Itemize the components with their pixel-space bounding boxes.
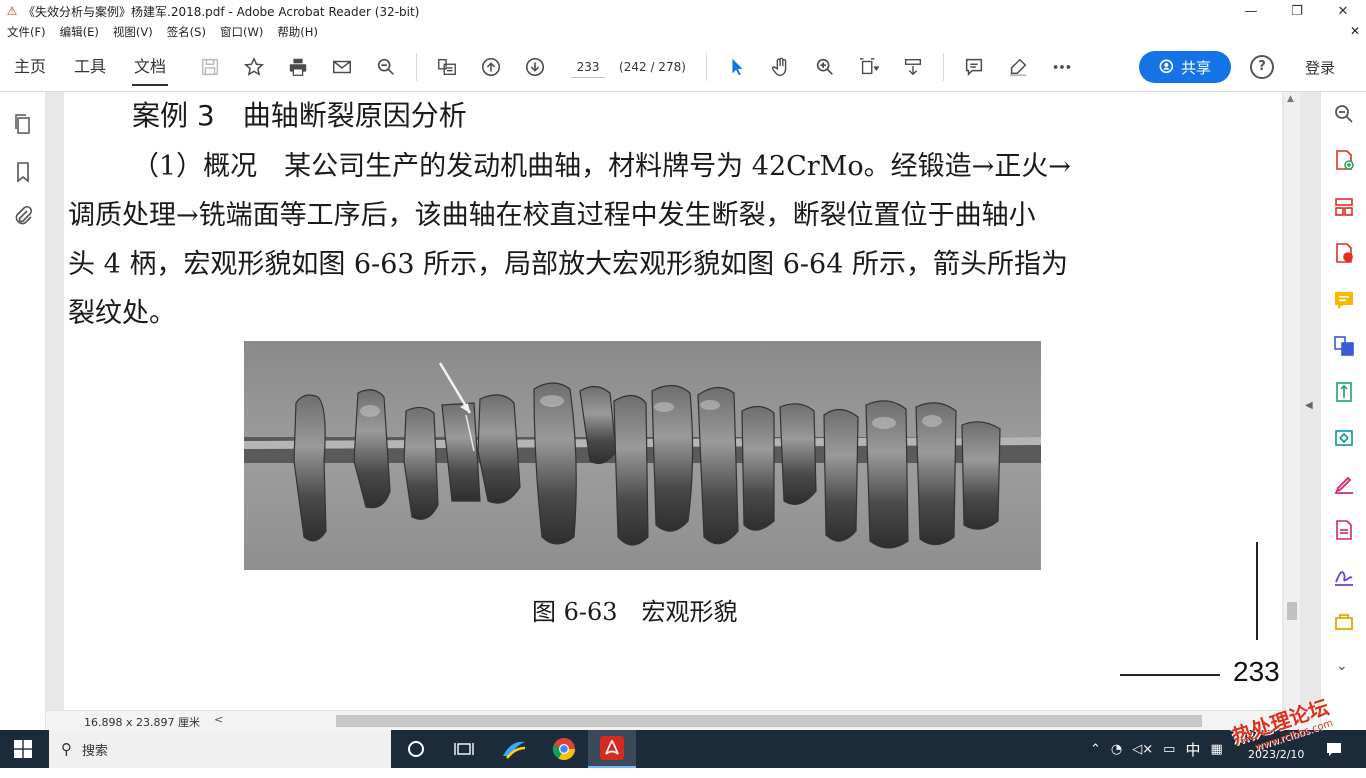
select-cursor-icon[interactable] <box>715 42 759 92</box>
page-number-rule <box>1256 542 1258 640</box>
fill-sign-icon[interactable] <box>1332 472 1356 496</box>
share-user-icon <box>1159 59 1174 74</box>
ime-indicator[interactable]: 中 <box>1185 739 1200 760</box>
attachment-icon[interactable] <box>11 204 35 228</box>
star-icon[interactable] <box>232 42 276 92</box>
page-number-input[interactable]: 233 <box>571 56 606 78</box>
acrobat-taskbar-icon[interactable] <box>588 730 636 768</box>
crankshaft-photo <box>244 341 1041 570</box>
page-thumbnails-icon[interactable] <box>425 42 469 92</box>
login-link[interactable]: 登录 <box>1305 57 1335 78</box>
close-document-icon[interactable]: ✕ <box>1350 24 1360 38</box>
tools-pane: ⌄ <box>1320 92 1366 730</box>
navigation-pane: ◀ <box>0 92 57 730</box>
create-pdf-icon[interactable] <box>1332 148 1356 172</box>
paragraph-line-3: 头 4 柄，宏观形貌如图 6-63 所示，局部放大宏观形貌如图 6-64 所示，… <box>68 249 1068 280</box>
mail-icon[interactable] <box>320 42 364 92</box>
stamp-tool-icon[interactable] <box>1332 610 1356 634</box>
chrome-icon[interactable] <box>540 730 588 768</box>
save-icon[interactable] <box>188 42 232 92</box>
tab-tools[interactable]: 工具 <box>60 42 120 92</box>
menu-window[interactable]: 窗口(W) <box>213 24 270 40</box>
menu-edit[interactable]: 编辑(E) <box>53 24 106 40</box>
horizontal-scroll-thumb[interactable] <box>336 715 1202 727</box>
tab-document[interactable]: 文档 <box>120 42 180 92</box>
taskbar-search-placeholder: 搜索 <box>82 743 109 759</box>
battery-icon[interactable]: ▭ <box>1163 742 1175 757</box>
pdf-app-taskbar-icon[interactable] <box>490 730 538 768</box>
menu-view[interactable]: 视图(V) <box>106 24 160 40</box>
tab-home[interactable]: 主页 <box>0 42 60 92</box>
bookmark-icon[interactable] <box>11 160 35 184</box>
case-heading: 案例 3 曲轴断裂原因分析 <box>132 99 467 132</box>
next-page-icon[interactable] <box>513 42 557 92</box>
toolbar-separator <box>705 52 707 81</box>
toolbar-separator <box>942 52 944 81</box>
task-view-icon[interactable] <box>440 730 488 768</box>
windows-taskbar: ⚲ 搜索 ⌃ ◔ ◁× ▭ 中 ▦ 2023/2/10 <box>0 730 1366 768</box>
more-options-icon[interactable] <box>1040 42 1084 92</box>
share-label: 共享 <box>1180 58 1211 77</box>
paragraph-line-1: （1）概况 某公司生产的发动机曲轴，材料牌号为 42CrMo。经锻造→正火→ <box>132 151 1071 182</box>
highlight-pen-icon[interactable] <box>996 42 1040 92</box>
volume-icon[interactable]: ◁× <box>1132 742 1153 757</box>
acrobat-icon: ⚠ <box>6 4 18 18</box>
search-icon[interactable] <box>364 42 408 92</box>
scrolling-mode-icon[interactable] <box>891 42 935 92</box>
edit-pdf-icon[interactable] <box>1332 426 1356 450</box>
ime-mode-icon[interactable]: ▦ <box>1210 742 1222 757</box>
menu-file[interactable]: 文件(F) <box>0 24 53 40</box>
share-button[interactable]: 共享 <box>1139 51 1231 83</box>
cortana-icon[interactable] <box>392 730 440 768</box>
search-icon: ⚲ <box>61 740 72 758</box>
toolbar-separator <box>416 52 418 81</box>
request-signature-icon[interactable] <box>1332 564 1356 588</box>
scroll-up-icon[interactable]: ▲ <box>1287 94 1294 104</box>
combine-files-icon[interactable] <box>1332 334 1356 358</box>
menu-sign[interactable]: 签名(S) <box>160 24 213 40</box>
close-button[interactable]: ✕ <box>1320 0 1366 22</box>
show-hidden-icons-icon[interactable]: ⌃ <box>1090 742 1101 757</box>
page-number: 233 <box>1233 656 1280 687</box>
paragraph-line-2: 调质处理→铣端面等工序后，该曲轴在校直过程中发生断裂，断裂位置位于曲轴小 <box>68 200 1036 231</box>
page-count: (242 / 278) <box>619 59 686 74</box>
collapse-right-pane-icon[interactable]: ◀ <box>1305 400 1313 411</box>
pdf-page: 案例 3 曲轴断裂原因分析 （1）概况 某公司生产的发动机曲轴，材料牌号为 42… <box>64 92 1282 710</box>
help-icon[interactable]: ? <box>1250 55 1274 79</box>
previous-page-icon[interactable] <box>469 42 513 92</box>
comment-icon[interactable] <box>952 42 996 92</box>
menu-bar: 文件(F) 编辑(E) 视图(V) 签名(S) 窗口(W) 帮助(H) ✕ <box>0 22 1366 42</box>
document-view[interactable]: 案例 3 曲轴断裂原因分析 （1）概况 某公司生产的发动机曲轴，材料牌号为 42… <box>46 92 1320 710</box>
maximize-button[interactable]: ❐ <box>1274 0 1320 22</box>
export-pdf-icon[interactable] <box>1332 241 1356 265</box>
status-bar: 16.898 x 23.897 厘米 < <box>46 710 1320 730</box>
print-icon[interactable] <box>276 42 320 92</box>
fit-page-icon[interactable] <box>847 42 891 92</box>
network-icon[interactable]: ◔ <box>1111 742 1122 757</box>
page-number-rule <box>1120 674 1220 676</box>
taskbar-search-box[interactable]: ⚲ 搜索 <box>49 730 391 768</box>
windows-start-icon[interactable] <box>14 740 32 758</box>
scroll-thumb[interactable] <box>1287 602 1297 620</box>
toolbar: 主页 工具 文档 233 (242 / 278) 共享 ? 登录 <box>0 42 1366 92</box>
scroll-left-icon[interactable]: < <box>214 713 223 726</box>
menu-help[interactable]: 帮助(H) <box>270 24 325 40</box>
comment-tool-icon[interactable] <box>1332 288 1356 312</box>
system-tray: ⌃ ◔ ◁× ▭ 中 ▦ <box>1090 730 1223 768</box>
vertical-scrollbar[interactable]: ▲ <box>1284 92 1300 710</box>
figure-caption: 图 6-63 宏观形貌 <box>532 598 738 626</box>
paragraph-line-4: 裂纹处。 <box>68 298 176 329</box>
page-dimensions: 16.898 x 23.897 厘米 <box>84 716 200 729</box>
zoom-in-icon[interactable] <box>803 42 847 92</box>
title-bar: ⚠ 《失效分析与案例》杨建军.2018.pdf - Adobe Acrobat … <box>0 0 1366 22</box>
compress-pdf-icon[interactable] <box>1332 380 1356 404</box>
protect-pdf-icon[interactable] <box>1332 518 1356 542</box>
pages-icon[interactable] <box>11 112 35 136</box>
organize-pages-icon[interactable] <box>1332 195 1356 219</box>
minimize-button[interactable]: — <box>1228 0 1274 22</box>
hand-tool-icon[interactable] <box>759 42 803 92</box>
window-title: 《失效分析与案例》杨建军.2018.pdf - Adobe Acrobat Re… <box>23 4 420 19</box>
zoom-search-icon[interactable] <box>1332 102 1356 126</box>
